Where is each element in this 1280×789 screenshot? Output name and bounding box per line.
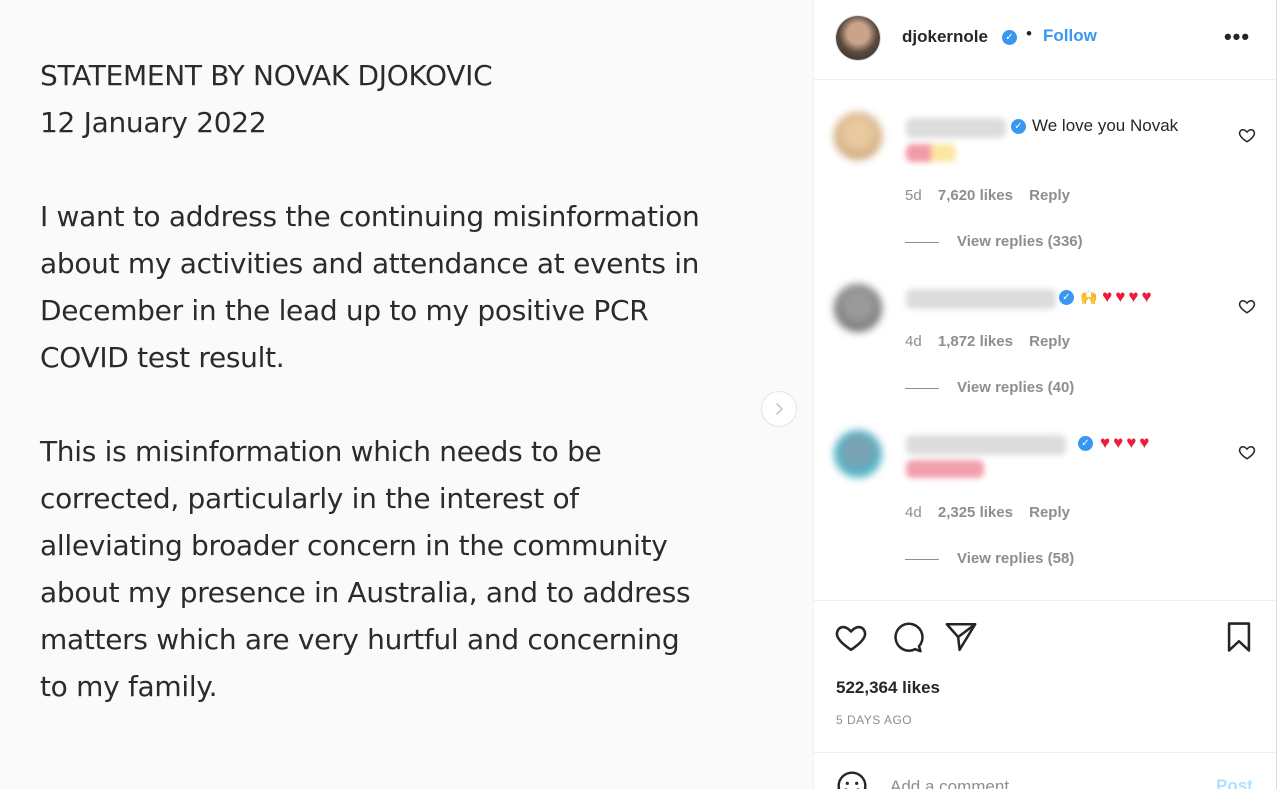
comment-text: ♥♥♥♥ <box>1100 433 1152 453</box>
reply-button[interactable]: Reply <box>1029 187 1070 204</box>
statement-line: corrected, particularly in the interest … <box>40 482 579 515</box>
separator-dot: • <box>1026 24 1032 43</box>
follow-button[interactable]: Follow <box>1043 26 1097 46</box>
comment-age: 4d <box>905 504 922 521</box>
comment-item: ✓ 🙌 ♥♥♥♥ 4d 1,872 likes Reply View repli… <box>814 282 1276 432</box>
replies-dash <box>905 387 939 389</box>
statement-text: STATEMENT BY NOVAK DJOKOVIC 12 January 2… <box>40 52 780 710</box>
comment-likes[interactable]: 1,872 likes <box>938 333 1013 350</box>
statement-line: about my presence in Australia, and to a… <box>40 576 691 609</box>
verified-badge-icon: ✓ <box>1078 436 1093 451</box>
comment-likes[interactable]: 2,325 likes <box>938 504 1013 521</box>
commenter-avatar[interactable] <box>834 284 882 332</box>
statement-line: matters which are very hurtful and conce… <box>40 623 680 656</box>
view-replies-button[interactable]: View replies (40) <box>905 379 1074 396</box>
statement-line: to my family. <box>40 670 218 703</box>
statement-line: This is misinformation which needs to be <box>40 435 602 468</box>
comment-age: 5d <box>905 187 922 204</box>
comment-text: 🙌 ♥♥♥♥ <box>1080 287 1155 307</box>
add-comment-input[interactable] <box>890 774 1190 789</box>
heart-icon[interactable] <box>834 620 868 654</box>
post-likes-count[interactable]: 522,364 likes <box>836 678 940 698</box>
post-sidebar: djokernole ✓ • Follow ••• ✓ We love you … <box>814 0 1276 789</box>
view-replies-button[interactable]: View replies (58) <box>905 550 1074 567</box>
statement-line: alleviating broader concern in the commu… <box>40 529 668 562</box>
more-options-icon[interactable]: ••• <box>1222 22 1252 52</box>
statement-title: STATEMENT BY NOVAK DJOKOVIC <box>40 59 493 92</box>
red-heart-emoji: ♥♥♥♥ <box>1102 287 1155 306</box>
heart-icon[interactable] <box>1238 126 1256 144</box>
comment-icon[interactable] <box>890 620 924 654</box>
reply-button[interactable]: Reply <box>1029 333 1070 350</box>
statement-date: 12 January 2022 <box>40 106 267 139</box>
username-link[interactable]: djokernole <box>902 27 988 47</box>
replies-dash <box>905 241 939 243</box>
commenter-avatar[interactable] <box>834 430 882 478</box>
post-image[interactable]: STATEMENT BY NOVAK DJOKOVIC 12 January 2… <box>0 0 813 789</box>
replies-dash <box>905 558 939 560</box>
statement-line: December in the lead up to my positive P… <box>40 294 649 327</box>
view-replies-label: View replies (58) <box>957 550 1075 567</box>
reply-button[interactable]: Reply <box>1029 504 1070 521</box>
comment-meta: 4d 1,872 likes Reply <box>905 333 1082 350</box>
instagram-post-view: STATEMENT BY NOVAK DJOKOVIC 12 January 2… <box>0 0 1280 789</box>
commenter-avatar[interactable] <box>834 112 882 160</box>
statement-line: COVID test result. <box>40 341 285 374</box>
comment-age: 4d <box>905 333 922 350</box>
red-heart-emoji: ♥♥♥♥ <box>1100 433 1153 452</box>
heart-icon[interactable] <box>1238 297 1256 315</box>
comment-likes[interactable]: 7,620 likes <box>938 187 1013 204</box>
view-replies-button[interactable]: View replies (336) <box>905 233 1083 250</box>
verified-badge-icon: ✓ <box>1059 290 1074 305</box>
verified-badge-icon: ✓ <box>1002 30 1017 45</box>
statement-line: about my activities and attendance at ev… <box>40 247 700 280</box>
blurred-username <box>906 289 1056 309</box>
actions-divider <box>814 600 1276 601</box>
heart-icon[interactable] <box>1238 443 1256 461</box>
sidebar-border <box>1276 0 1277 789</box>
comment-item: ✓ ♥♥♥♥ 4d 2,325 likes Reply View replies… <box>814 428 1276 578</box>
view-replies-label: View replies (336) <box>957 233 1083 250</box>
verified-badge-icon: ✓ <box>1011 119 1026 134</box>
comment-text: We love you Novak <box>1032 116 1179 135</box>
blurred-emoji <box>906 144 956 162</box>
add-comment-divider <box>814 752 1276 753</box>
post-comment-button[interactable]: Post <box>1216 776 1253 789</box>
blurred-emoji <box>906 460 984 478</box>
statement-line: I want to address the continuing misinfo… <box>40 200 700 233</box>
blurred-username <box>906 118 1006 138</box>
comment-meta: 5d 7,620 likes Reply <box>905 187 1082 204</box>
post-timestamp: 5 DAYS AGO <box>836 713 913 727</box>
bookmark-icon[interactable] <box>1222 620 1256 654</box>
chevron-right-icon <box>776 403 783 415</box>
blurred-username <box>906 435 1066 455</box>
comment-item: ✓ We love you Novak 5d 7,620 likes Reply… <box>814 100 1276 250</box>
share-icon[interactable] <box>944 620 978 654</box>
avatar[interactable] <box>836 16 880 60</box>
next-image-button[interactable] <box>761 391 797 427</box>
raising-hands-emoji: 🙌 <box>1080 289 1098 305</box>
post-header: djokernole ✓ • Follow ••• <box>814 0 1276 80</box>
comment-meta: 4d 2,325 likes Reply <box>905 504 1082 521</box>
view-replies-label: View replies (40) <box>957 379 1075 396</box>
emoji-icon[interactable] <box>836 770 868 789</box>
